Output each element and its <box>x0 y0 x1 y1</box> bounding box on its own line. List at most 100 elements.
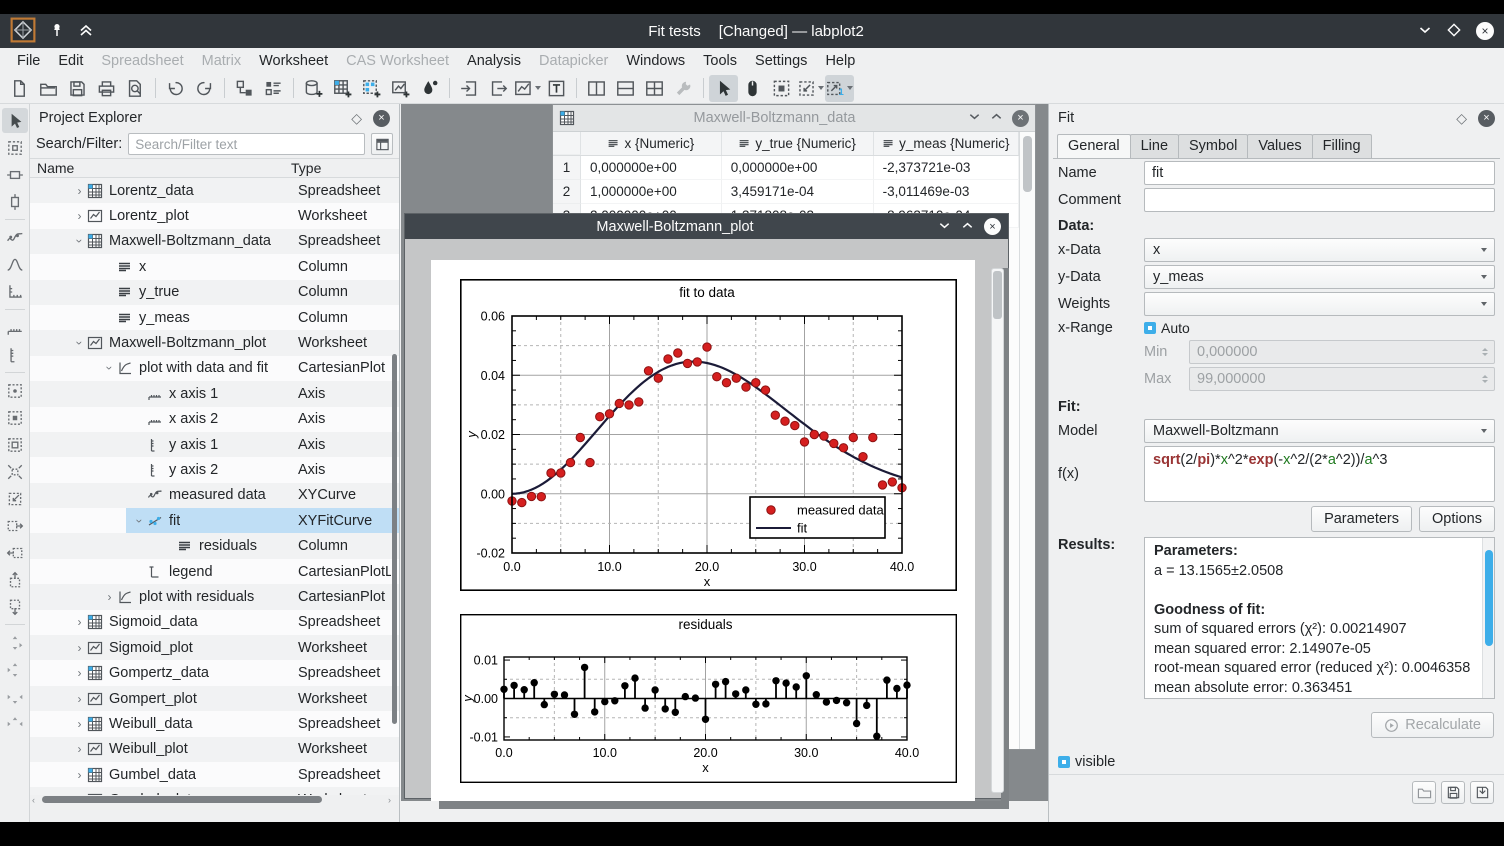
window-minimize-icon[interactable] <box>968 110 981 126</box>
column-header[interactable]: y_true {Numeric} <box>722 132 874 155</box>
zoom-corner-button[interactable] <box>2 486 28 511</box>
tree-item-y-axis-2[interactable]: y axis 2Axis <box>30 457 399 482</box>
tree-item-sigmoid-plot[interactable]: ›Sigmoid_plotWorksheet <box>30 635 399 660</box>
menu-settings[interactable]: Settings <box>746 51 816 71</box>
menu-worksheet[interactable]: Worksheet <box>250 51 337 71</box>
spreadsheet-cell[interactable]: 1,000000e+00 <box>581 180 722 204</box>
x-axis-button[interactable] <box>2 315 28 340</box>
window-restore-icon[interactable] <box>961 219 974 235</box>
tree-item-gumbel-data[interactable]: ›Gumbel_dataSpreadsheet <box>30 762 399 787</box>
tree-expander-icon[interactable]: › <box>72 693 87 705</box>
search-filter-input[interactable] <box>128 133 365 155</box>
tab-symbol[interactable]: Symbol <box>1178 134 1248 158</box>
wrench-button[interactable] <box>669 75 698 102</box>
mouse-button[interactable] <box>738 75 767 102</box>
print-preview-button[interactable] <box>121 75 150 102</box>
recalculate-button[interactable]: Recalculate <box>1371 712 1494 738</box>
tree-expander-icon[interactable]: › <box>74 336 86 351</box>
keep-above-icon[interactable] <box>78 22 94 41</box>
tree-item-y-meas[interactable]: y_measColumn <box>30 305 399 330</box>
boxin-button[interactable] <box>2 432 28 457</box>
tree-expander-icon[interactable]: › <box>104 361 116 376</box>
menu-help[interactable]: Help <box>816 51 864 71</box>
options-button[interactable]: Options <box>1419 506 1495 532</box>
app-icon[interactable] <box>10 17 36 46</box>
tree-item-measured-data[interactable]: measured dataXYCurve <box>30 483 399 508</box>
tab-values[interactable]: Values <box>1247 134 1312 158</box>
comment-field[interactable] <box>1144 188 1495 212</box>
nav-d-button[interactable] <box>2 711 28 736</box>
shift-r-button[interactable] <box>2 513 28 538</box>
export-button[interactable] <box>484 75 513 102</box>
residuals-plot[interactable]: residuals0.010.00-0.010.010.020.030.040.… <box>460 614 957 783</box>
spreadsheet-cell[interactable]: 0,000000e+00 <box>722 156 874 180</box>
tree-item-gompert-plot[interactable]: ›Gompert_plotWorksheet <box>30 686 399 711</box>
y-axis-button[interactable] <box>2 342 28 367</box>
parameters-button[interactable]: Parameters <box>1311 506 1412 532</box>
tree-item-plot-with-data-and-fit[interactable]: ›plot with data and fitCartesianPlot <box>30 356 399 381</box>
name-field[interactable] <box>1144 161 1495 185</box>
tree-item-residuals[interactable]: residualsColumn <box>30 533 399 558</box>
color-drop-button[interactable] <box>415 75 444 102</box>
model-combobox[interactable]: Maxwell-Boltzmann <box>1144 419 1495 443</box>
redo-button[interactable] <box>190 75 219 102</box>
spreadsheet-cell[interactable]: 0,000000e+00 <box>581 156 722 180</box>
tree-item-x-axis-1[interactable]: x axis 1Axis <box>30 381 399 406</box>
new-spreadsheet-button[interactable] <box>328 75 357 102</box>
fit-to-data-plot[interactable]: fit to data0.060.040.020.00-0.020.010.02… <box>460 279 957 591</box>
split-tb-button[interactable] <box>611 75 640 102</box>
dock-float-icon[interactable]: ◇ <box>351 110 362 127</box>
dock-float-icon[interactable]: ◇ <box>1456 110 1467 127</box>
filter-options-button[interactable] <box>371 133 393 155</box>
save-as-icon[interactable] <box>1470 781 1494 804</box>
worksheet-page[interactable]: fit to data0.060.040.020.00-0.020.010.02… <box>431 260 975 801</box>
nav-b-button[interactable] <box>2 657 28 682</box>
axis-button[interactable] <box>2 279 28 304</box>
tree-item-lorentz-data[interactable]: ›Lorentz_dataSpreadsheet <box>30 178 399 203</box>
menu-spreadsheet[interactable]: Spreadsheet <box>92 51 192 71</box>
minimize-icon[interactable] <box>1418 23 1432 40</box>
new-matrix-button[interactable] <box>357 75 386 102</box>
tree-item-x[interactable]: xColumn <box>30 254 399 279</box>
zoom-select-button[interactable] <box>767 75 796 102</box>
results-scrollbar[interactable] <box>1482 538 1494 698</box>
tree-vertical-scrollbar[interactable] <box>392 354 397 724</box>
tree-expander-icon[interactable]: › <box>72 743 87 755</box>
nav-a-button[interactable] <box>2 630 28 655</box>
new-worksheet-button[interactable] <box>386 75 415 102</box>
tree-item-maxwell-boltzmann-plot[interactable]: ›Maxwell-Boltzmann_plotWorksheet <box>30 330 399 355</box>
print-button[interactable] <box>92 75 121 102</box>
curve-button[interactable] <box>2 225 28 250</box>
zoom-fit-button[interactable] <box>796 75 825 102</box>
window-close-icon[interactable]: × <box>1012 110 1029 127</box>
shift-u-button[interactable] <box>2 567 28 592</box>
tree-expander-icon[interactable]: › <box>72 667 87 679</box>
menu-datapicker[interactable]: Datapicker <box>530 51 617 71</box>
tree-expander-icon[interactable]: › <box>102 591 117 603</box>
import-button[interactable] <box>455 75 484 102</box>
menu-windows[interactable]: Windows <box>617 51 694 71</box>
tree-item-y-axis-1[interactable]: y axis 1Axis <box>30 432 399 457</box>
shift-d-button[interactable] <box>2 594 28 619</box>
column-header-name[interactable]: Name <box>30 160 291 176</box>
auto-checkbox[interactable] <box>1144 322 1156 334</box>
list-details-button[interactable] <box>259 75 288 102</box>
pin-icon[interactable] <box>49 22 65 41</box>
menu-matrix[interactable]: Matrix <box>193 51 250 71</box>
split-lr-button[interactable] <box>582 75 611 102</box>
cursor-arrow-button[interactable] <box>709 75 738 102</box>
tree-item-gumbel-plot[interactable]: ›Gumbel_plotWorksheet <box>30 787 399 795</box>
chevron-down-icon[interactable] <box>818 86 824 90</box>
spreadsheet-cell[interactable]: 3,459171e-04 <box>722 180 874 204</box>
new-plot-button[interactable] <box>513 75 542 102</box>
worksheet-window-titlebar[interactable]: Maxwell-Boltzmann_plot × <box>405 214 1008 239</box>
text-frame-button[interactable] <box>542 75 571 102</box>
max-spinbox[interactable]: 99,000000 <box>1189 367 1495 391</box>
menu-edit[interactable]: Edit <box>49 51 92 71</box>
tree-expander-icon[interactable]: › <box>72 185 87 197</box>
new-workbook-button[interactable] <box>299 75 328 102</box>
tree-column-headers[interactable]: Name Type <box>30 158 399 178</box>
column-header-type[interactable]: Type <box>291 160 321 176</box>
pointer-button[interactable] <box>2 108 28 133</box>
row-number[interactable]: 1 <box>553 156 581 180</box>
